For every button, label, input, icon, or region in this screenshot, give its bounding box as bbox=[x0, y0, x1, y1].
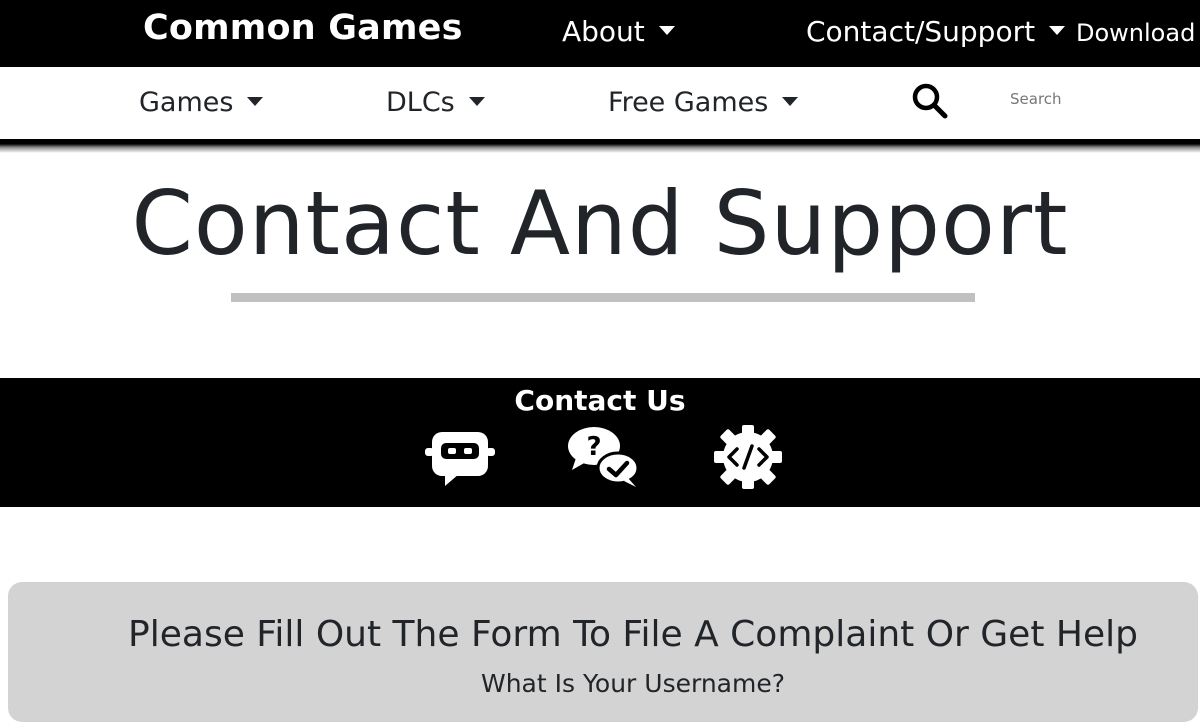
download-label: Download T bbox=[1076, 19, 1200, 47]
dlcs-label: DLCs bbox=[386, 87, 455, 118]
download-link[interactable]: Download T bbox=[1076, 19, 1200, 47]
free-games-dropdown[interactable]: Free Games bbox=[608, 87, 799, 118]
caret-down-icon bbox=[658, 26, 675, 35]
search-input[interactable] bbox=[1000, 83, 1190, 115]
faq-chat-icon[interactable]: ? bbox=[566, 424, 640, 490]
contact-us-title: Contact Us bbox=[514, 384, 686, 417]
robot-chat-icon[interactable] bbox=[423, 424, 497, 490]
nav-shadow-divider bbox=[0, 139, 1200, 153]
contact-support-dropdown[interactable]: Contact/Support bbox=[806, 15, 1066, 48]
free-games-label: Free Games bbox=[608, 87, 769, 118]
top-navbar: Common Games About Contact/Support Downl… bbox=[0, 0, 1200, 67]
developer-gear-icon[interactable] bbox=[711, 424, 785, 490]
caret-down-icon bbox=[782, 97, 799, 106]
form-heading: Please Fill Out The Form To File A Compl… bbox=[128, 614, 1138, 655]
caret-down-icon bbox=[468, 97, 485, 106]
secondary-navbar: Games DLCs Free Games bbox=[0, 67, 1200, 139]
dlcs-dropdown[interactable]: DLCs bbox=[386, 87, 485, 118]
contact-support-label: Contact/Support bbox=[806, 15, 1036, 48]
games-dropdown[interactable]: Games bbox=[139, 87, 264, 118]
games-label: Games bbox=[139, 87, 234, 118]
search-icon[interactable] bbox=[910, 81, 950, 121]
brand-logo[interactable]: Common Games bbox=[143, 8, 463, 48]
page-title: Contact And Support bbox=[131, 172, 1069, 275]
about-dropdown[interactable]: About bbox=[562, 15, 675, 48]
caret-down-icon bbox=[1049, 26, 1066, 35]
about-label: About bbox=[562, 15, 645, 48]
title-underline bbox=[231, 293, 975, 302]
caret-down-icon bbox=[247, 97, 264, 106]
svg-text:?: ? bbox=[586, 432, 601, 462]
username-question-label: What Is Your Username? bbox=[480, 669, 785, 698]
contact-us-section: Contact Us ? bbox=[0, 378, 1200, 507]
complaint-form-card: Please Fill Out The Form To File A Compl… bbox=[8, 582, 1198, 722]
